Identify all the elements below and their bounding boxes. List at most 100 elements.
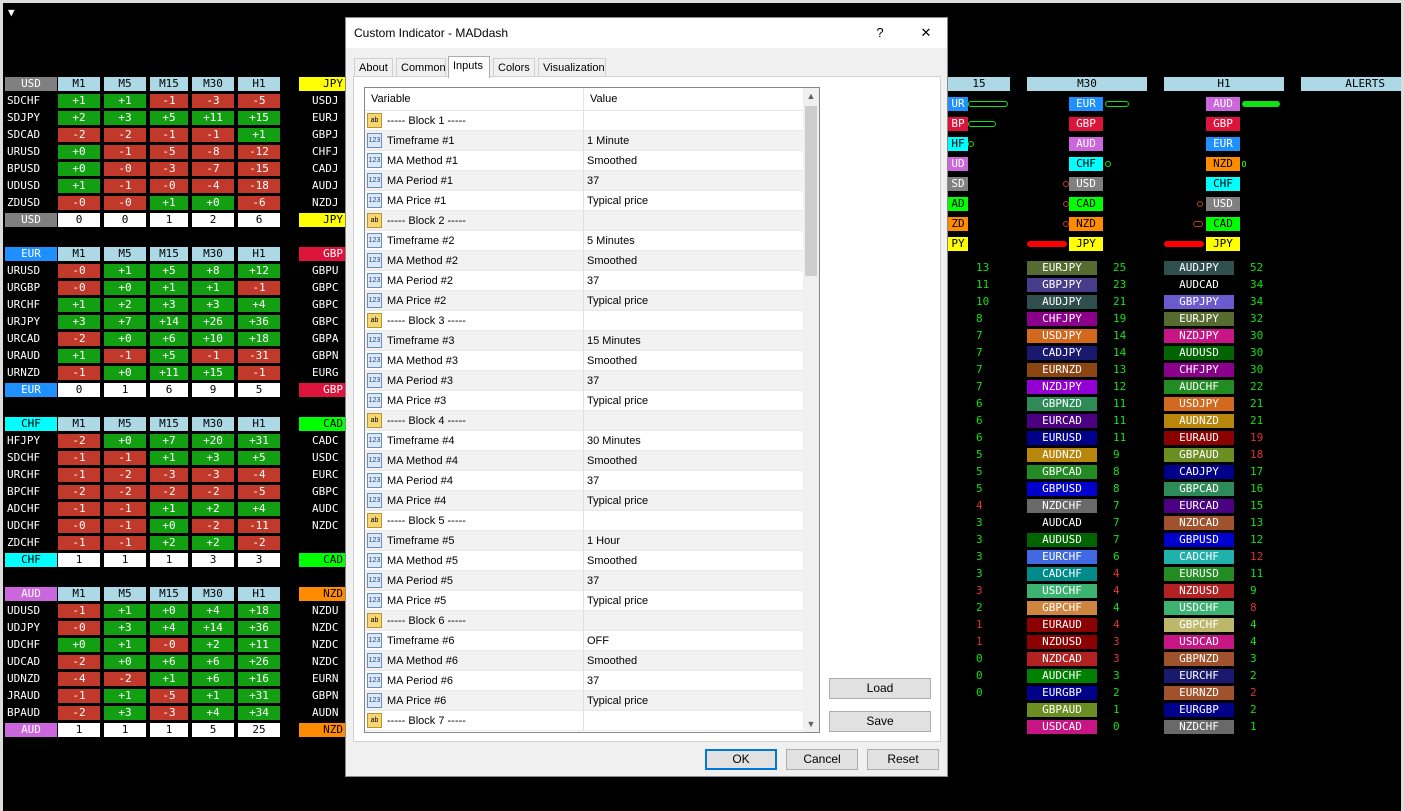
input-value[interactable]: 37 — [587, 171, 797, 191]
input-row[interactable]: 123 Timeframe #3 15 Minutes — [365, 331, 803, 351]
input-value[interactable]: Typical price — [587, 191, 797, 211]
vertical-scrollbar[interactable]: ▲ ▼ — [803, 88, 819, 732]
slope-value: -0 — [104, 162, 146, 176]
input-value[interactable]: 37 — [587, 671, 797, 691]
scroll-thumb[interactable] — [805, 106, 817, 276]
input-value[interactable]: 37 — [587, 471, 797, 491]
input-row[interactable]: ab ----- Block 5 ----- — [365, 511, 803, 531]
tab-colors[interactable]: Colors — [493, 58, 535, 77]
input-variable: MA Price #2 — [387, 295, 447, 307]
input-value[interactable]: 37 — [587, 271, 797, 291]
input-value[interactable]: Typical price — [587, 491, 797, 511]
strength-bar — [1242, 161, 1246, 167]
chart-menu-icon[interactable]: ▼ — [8, 6, 15, 19]
input-value[interactable] — [587, 611, 797, 631]
input-row[interactable]: 123 MA Method #4 Smoothed — [365, 451, 803, 471]
input-value[interactable]: 1 Minute — [587, 131, 797, 151]
input-value[interactable]: 37 — [587, 371, 797, 391]
input-value[interactable]: 30 Minutes — [587, 431, 797, 451]
input-value[interactable]: 15 Minutes — [587, 331, 797, 351]
input-value[interactable]: Typical price — [587, 291, 797, 311]
input-value[interactable]: Smoothed — [587, 551, 797, 571]
tab-about[interactable]: About — [354, 58, 393, 77]
pair-rank-label: EURCHF — [1027, 550, 1097, 564]
input-variable: ----- Block 4 ----- — [387, 415, 466, 427]
scroll-down-icon[interactable]: ▼ — [803, 716, 819, 732]
input-row[interactable]: 123 MA Method #5 Smoothed — [365, 551, 803, 571]
input-row[interactable]: ab ----- Block 3 ----- — [365, 311, 803, 331]
input-row[interactable]: 123 MA Method #2 Smoothed — [365, 251, 803, 271]
input-row[interactable]: 123 MA Period #3 37 — [365, 371, 803, 391]
input-value[interactable]: Smoothed — [587, 451, 797, 471]
input-value[interactable]: OFF — [587, 631, 797, 651]
column-value[interactable]: Value — [583, 88, 803, 110]
input-row[interactable]: 123 MA Method #3 Smoothed — [365, 351, 803, 371]
input-row[interactable]: 123 Timeframe #4 30 Minutes — [365, 431, 803, 451]
input-value[interactable]: Smoothed — [587, 351, 797, 371]
input-row[interactable]: 123 Timeframe #6 OFF — [365, 631, 803, 651]
save-button[interactable]: Save — [829, 711, 931, 732]
input-row[interactable]: ab ----- Block 6 ----- — [365, 611, 803, 631]
input-value[interactable] — [587, 411, 797, 431]
input-value[interactable] — [587, 711, 797, 731]
input-row[interactable]: 123 MA Method #1 Smoothed — [365, 151, 803, 171]
input-row[interactable]: 123 MA Price #6 Typical price — [365, 691, 803, 711]
input-row[interactable]: ab ----- Block 2 ----- — [365, 211, 803, 231]
input-value[interactable] — [587, 211, 797, 231]
input-value[interactable] — [587, 311, 797, 331]
tab-common[interactable]: Common — [396, 58, 446, 77]
input-row[interactable]: 123 MA Price #3 Typical price — [365, 391, 803, 411]
pair-rank-label: EURUSD — [1027, 431, 1097, 445]
close-icon[interactable]: ✕ — [911, 22, 941, 44]
input-value[interactable]: Typical price — [587, 591, 797, 611]
pair-label: NZDC — [312, 519, 339, 532]
dialog-titlebar[interactable]: Custom Indicator - MADdash ? ✕ — [346, 18, 947, 48]
input-row[interactable]: 123 MA Price #1 Typical price — [365, 191, 803, 211]
pair-rank-label: NZDUSD — [1027, 635, 1097, 649]
input-row[interactable]: 123 MA Period #6 37 — [365, 671, 803, 691]
input-value[interactable] — [587, 511, 797, 531]
input-row[interactable]: 123 Timeframe #5 1 Hour — [365, 531, 803, 551]
input-value[interactable]: 1 Hour — [587, 531, 797, 551]
input-row[interactable]: 123 MA Price #2 Typical price — [365, 291, 803, 311]
input-row[interactable]: 123 MA Period #1 37 — [365, 171, 803, 191]
tab-visualization[interactable]: Visualization — [538, 58, 606, 77]
load-button[interactable]: Load — [829, 678, 931, 699]
input-row[interactable]: 123 MA Period #2 37 — [365, 271, 803, 291]
input-row[interactable]: 123 MA Price #4 Typical price — [365, 491, 803, 511]
help-button[interactable]: ? — [865, 22, 895, 44]
input-value[interactable]: 37 — [587, 571, 797, 591]
column-separator — [583, 631, 584, 651]
input-row[interactable]: 123 Timeframe #2 5 Minutes — [365, 231, 803, 251]
pair-label: ADCHF — [7, 502, 41, 515]
rank-value: 0 — [976, 669, 983, 682]
reset-button[interactable]: Reset — [867, 749, 939, 770]
input-row[interactable]: ab ----- Block 1 ----- — [365, 111, 803, 131]
panel-currency-label: GBP — [299, 247, 345, 261]
input-row[interactable]: 123 MA Method #6 Smoothed — [365, 651, 803, 671]
input-row[interactable]: 123 Timeframe #1 1 Minute — [365, 131, 803, 151]
slope-value: +31 — [238, 434, 280, 448]
input-value[interactable]: Typical price — [587, 391, 797, 411]
cancel-button[interactable]: Cancel — [786, 749, 858, 770]
input-row[interactable]: ab ----- Block 4 ----- — [365, 411, 803, 431]
input-row[interactable]: 123 MA Period #4 37 — [365, 471, 803, 491]
input-value[interactable]: Smoothed — [587, 151, 797, 171]
slope-value: +4 — [150, 621, 188, 635]
input-value[interactable]: Typical price — [587, 691, 797, 711]
column-variable[interactable]: Variable — [365, 88, 583, 110]
input-row[interactable]: 123 MA Price #5 Typical price — [365, 591, 803, 611]
inputs-grid[interactable]: Variable Value ab ----- Block 1 ----- 123 T… — [364, 87, 820, 733]
input-row[interactable]: 123 MA Period #5 37 — [365, 571, 803, 591]
tab-inputs[interactable]: Inputs — [448, 56, 490, 78]
input-value[interactable]: 5 Minutes — [587, 231, 797, 251]
scroll-up-icon[interactable]: ▲ — [803, 88, 819, 104]
input-value[interactable] — [587, 111, 797, 131]
ok-button[interactable]: OK — [705, 749, 777, 770]
input-row[interactable]: ab ----- Block 7 ----- — [365, 711, 803, 731]
rank-value: 30 — [1250, 346, 1264, 359]
input-value[interactable]: Smoothed — [587, 651, 797, 671]
pair-label: GBPC — [312, 298, 339, 311]
rank-value: 6 — [976, 431, 983, 444]
input-value[interactable]: Smoothed — [587, 251, 797, 271]
